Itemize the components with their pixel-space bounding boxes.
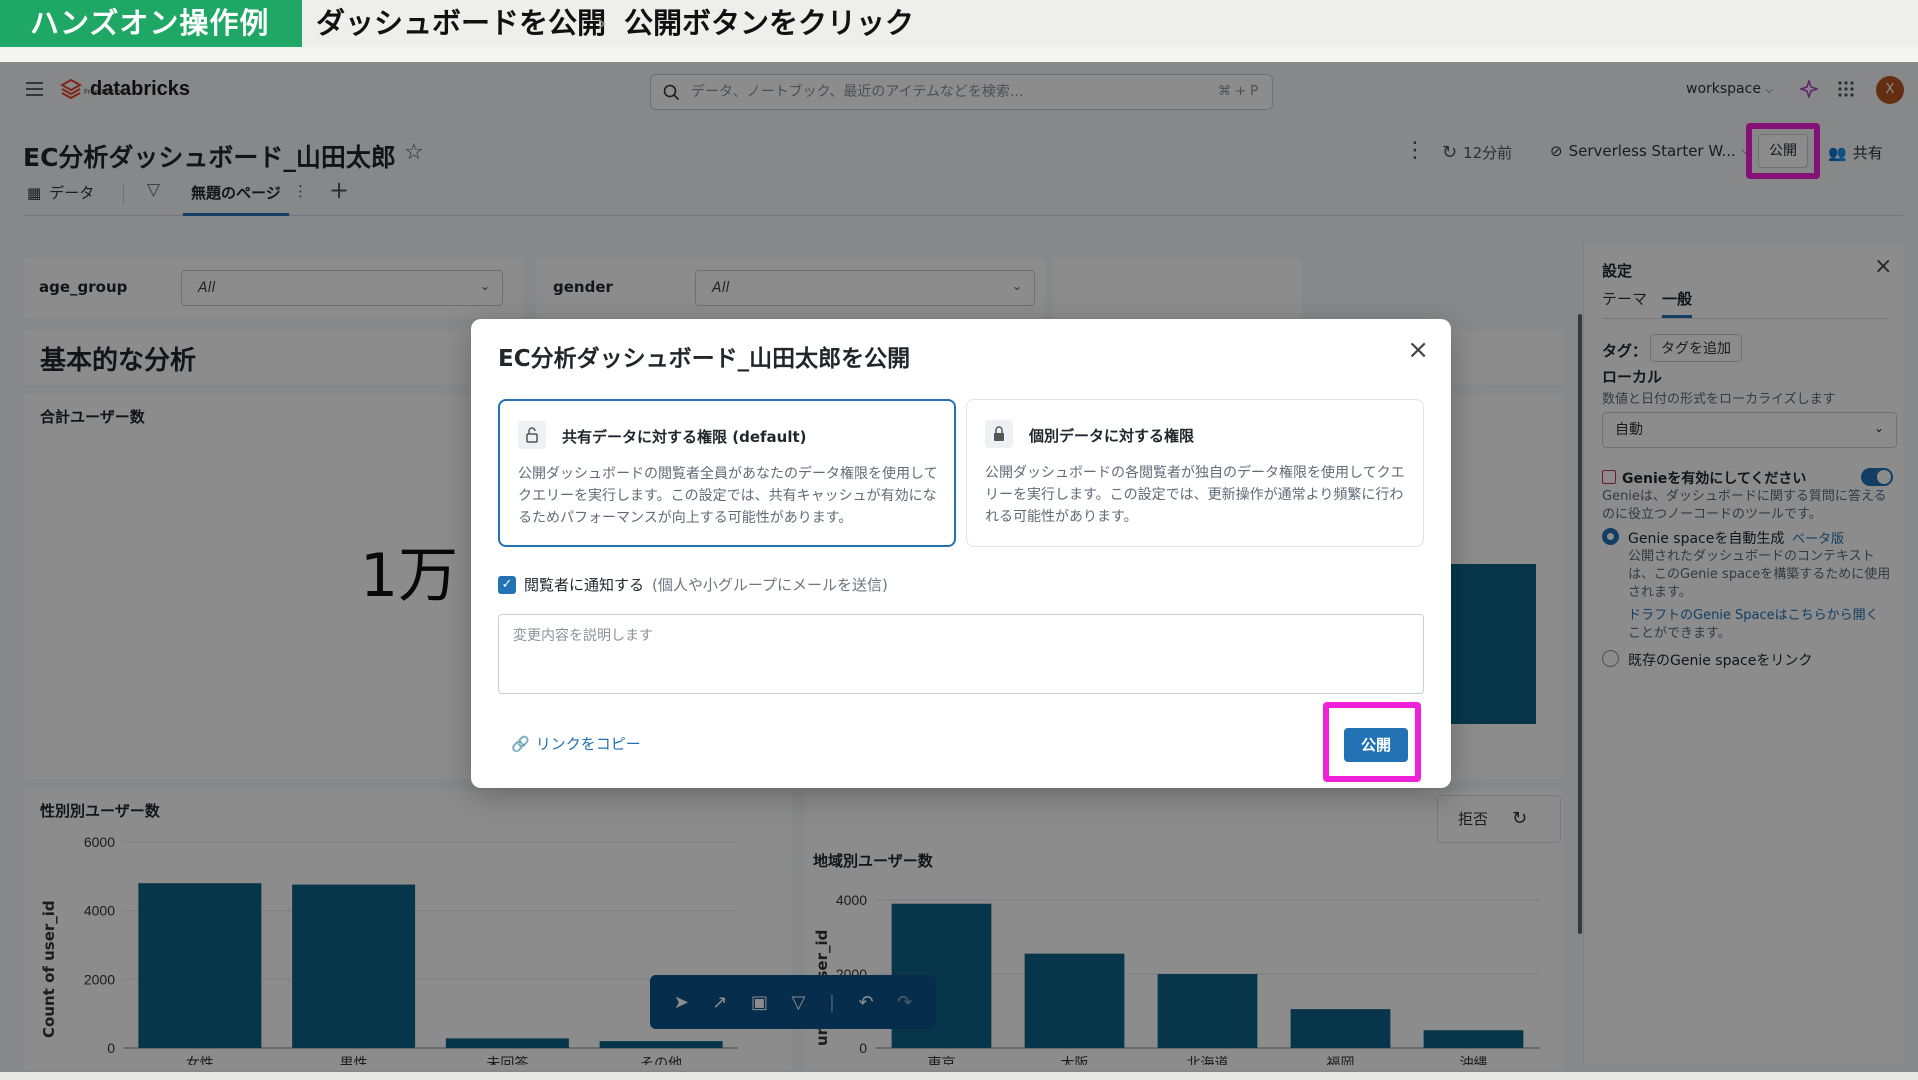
banner-step-2: 公開ボタンをクリック xyxy=(624,6,915,40)
dialog-title: EC分析ダッシュボード_山田太郎を公開 xyxy=(498,346,911,372)
option-shared-desc: 公開ダッシュボードの閲覧者全員があなたのデータ権限を使用してクエリーを実行します… xyxy=(518,466,938,526)
lock-icon xyxy=(985,420,1013,448)
instruction-banner: ハンズオン操作例 ダッシュボードを公開 › 公開ボタンをクリック xyxy=(0,0,1918,62)
banner-separator: › xyxy=(597,9,607,37)
toolbar-dimmer xyxy=(650,975,936,1029)
copy-link-button[interactable]: 🔗 リンクをコピー xyxy=(511,733,641,754)
bottom-strip xyxy=(0,1072,1918,1080)
banner-spacer xyxy=(0,47,1918,62)
option-shared-permissions[interactable]: 共有データに対する権限 (default) 公開ダッシュボードの閲覧者全員があな… xyxy=(498,399,956,547)
unlock-icon xyxy=(518,421,546,449)
change-description-input[interactable]: 変更内容を説明します xyxy=(498,614,1424,694)
notify-hint: (個人や小グループにメールを送信) xyxy=(652,576,888,594)
notify-checkbox[interactable]: ✓ xyxy=(498,575,516,594)
change-description-placeholder: 変更内容を説明します xyxy=(513,628,653,644)
highlight-box-publish xyxy=(1323,702,1421,782)
copy-link-label: リンクをコピー xyxy=(535,735,641,753)
notify-label: 閲覧者に通知する xyxy=(524,576,645,594)
banner-tag: ハンズオン操作例 xyxy=(0,0,302,47)
option-shared-title: 共有データに対する権限 (default) xyxy=(562,428,807,446)
link-icon: 🔗 xyxy=(511,734,530,753)
option-individual-title: 個別データに対する権限 xyxy=(1029,427,1195,445)
close-icon[interactable]: × xyxy=(1407,337,1429,363)
option-individual-desc: 公開ダッシュボードの各閲覧者が独自のデータ権限を使用してクエリーを実行します。こ… xyxy=(985,465,1405,525)
banner-step-1: ダッシュボードを公開 xyxy=(316,6,607,40)
notify-viewers[interactable]: ✓ 閲覧者に通知する (個人や小グループにメールを送信) xyxy=(498,574,888,595)
option-individual-permissions[interactable]: 個別データに対する権限 公開ダッシュボードの各閲覧者が独自のデータ権限を使用して… xyxy=(966,399,1424,547)
publish-dialog: EC分析ダッシュボード_山田太郎を公開 × 共有データに対する権限 (defau… xyxy=(471,319,1451,788)
